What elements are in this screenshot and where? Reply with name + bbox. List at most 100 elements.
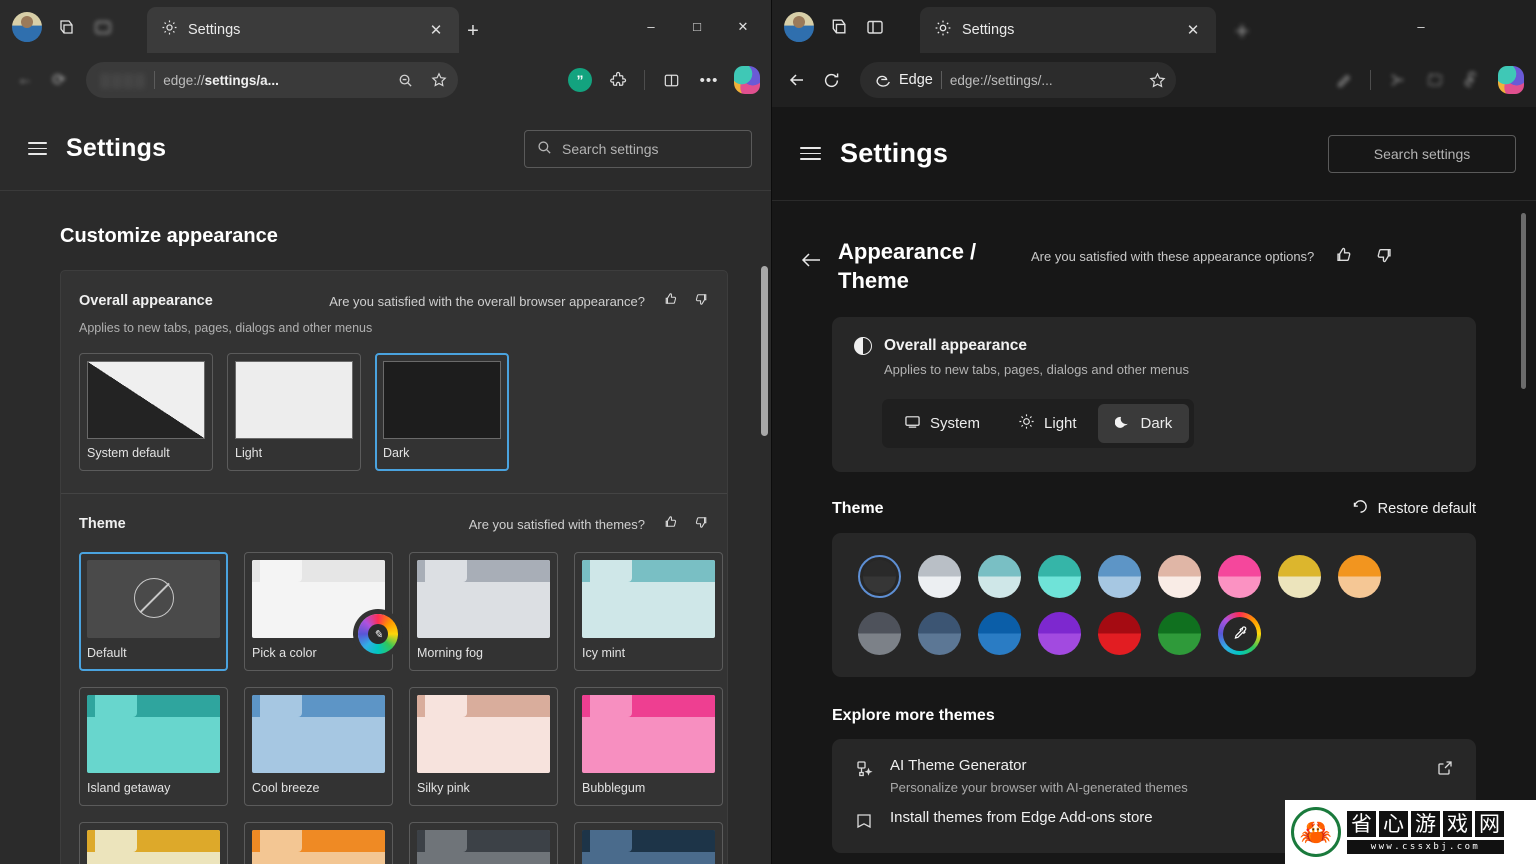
theme-preview — [252, 830, 385, 864]
thumbs-down-icon[interactable] — [693, 291, 709, 311]
new-tab-button[interactable] — [1227, 16, 1257, 46]
toolbar-icon-2[interactable] — [1380, 63, 1414, 97]
theme-swatch-gray[interactable] — [858, 612, 901, 655]
thumbs-down-icon[interactable] — [1374, 245, 1394, 270]
left-scroll-area[interactable]: Customize appearance Overall appearance … — [0, 190, 772, 864]
thumbs-up-icon[interactable] — [663, 514, 679, 534]
theme-card[interactable]: Cool breeze — [244, 687, 393, 806]
segment-system[interactable]: System — [887, 404, 997, 443]
close-button[interactable]: ✕ — [720, 7, 766, 47]
sun-icon — [1018, 413, 1035, 434]
contrast-icon — [854, 337, 872, 355]
back-button[interactable] — [780, 63, 814, 97]
theme-swatch-green[interactable] — [1158, 612, 1201, 655]
menu-icon[interactable] — [20, 134, 55, 163]
thumbs-up-icon[interactable] — [1334, 245, 1354, 270]
avatar[interactable] — [782, 10, 816, 44]
puzzle-icon[interactable] — [601, 63, 635, 97]
explore-item-text: AI Theme Generator Personalize your brow… — [890, 757, 1188, 795]
option-dark[interactable]: Dark — [375, 353, 509, 471]
option-label: Dark — [383, 446, 501, 460]
left-window-controls: – □ ✕ — [628, 0, 766, 53]
star-icon[interactable] — [426, 67, 452, 93]
eyedropper-icon[interactable] — [1218, 612, 1261, 655]
theme-swatch-default-selected[interactable] — [858, 555, 901, 598]
theme-card[interactable]: Silky pink — [409, 687, 558, 806]
theme-card[interactable]: Bubblegum — [574, 687, 723, 806]
option-light[interactable]: Light — [227, 353, 361, 471]
theme-card[interactable]: ✎Pick a color — [244, 552, 393, 671]
watermark-chinese-name: 省心游戏网 — [1347, 811, 1504, 837]
workspaces-icon[interactable] — [48, 10, 82, 44]
refresh-button[interactable]: ⟳ — [42, 63, 76, 97]
toolbar-icon-4[interactable] — [1456, 63, 1490, 97]
copilot-icon[interactable] — [730, 63, 764, 97]
left-scrollbar-thumb[interactable] — [761, 266, 768, 436]
quote-icon[interactable]: ” — [563, 63, 597, 97]
split-screen-icon[interactable] — [654, 63, 688, 97]
right-scroll-area[interactable]: Appearance / Theme Are you satisfied wit… — [772, 200, 1536, 864]
theme-card[interactable] — [409, 822, 558, 864]
tab-settings[interactable]: Settings ✕ — [920, 7, 1216, 53]
theme-swatch-purple[interactable] — [1038, 612, 1081, 655]
undo-icon — [1352, 498, 1369, 519]
right-scrollbar-thumb[interactable] — [1521, 213, 1526, 389]
color-picker-icon[interactable]: ✎ — [358, 614, 398, 654]
theme-swatch-deep-blue[interactable] — [978, 612, 1021, 655]
avatar[interactable] — [10, 10, 44, 44]
tab-settings[interactable]: Settings ✕ — [147, 7, 459, 53]
tab-title: Settings — [962, 22, 1170, 38]
restore-default-button[interactable]: Restore default — [1352, 498, 1476, 519]
theme-swatch-red[interactable] — [1098, 612, 1141, 655]
option-system-default[interactable]: System default — [79, 353, 213, 471]
tab-close-button[interactable]: ✕ — [423, 17, 449, 43]
theme-card[interactable]: Default — [79, 552, 228, 671]
toolbar-icon-3[interactable] — [1418, 63, 1452, 97]
zoom-out-icon[interactable] — [392, 67, 418, 93]
new-tab-button[interactable]: + — [458, 16, 488, 46]
watermark-char: 网 — [1475, 811, 1504, 837]
theme-card[interactable]: Icy mint — [574, 552, 723, 671]
thumbs-up-icon[interactable] — [663, 291, 679, 311]
theme-swatch-blush[interactable] — [1158, 555, 1201, 598]
address-bar[interactable]: ░░░░ edge://settings/a... — [86, 62, 458, 98]
theme-swatch-teal[interactable] — [1038, 555, 1081, 598]
thumbs-down-icon[interactable] — [693, 514, 709, 534]
back-button[interactable]: ← — [8, 63, 42, 97]
external-link-icon[interactable] — [1436, 759, 1454, 782]
segment-light[interactable]: Light — [1001, 404, 1094, 443]
theme-swatch-gold[interactable] — [1278, 555, 1321, 598]
tab-actions-icon[interactable] — [86, 10, 120, 44]
workspaces-icon[interactable] — [820, 10, 854, 44]
search-input[interactable]: Search settings — [1328, 135, 1516, 173]
swatch-fill — [1218, 555, 1261, 598]
theme-swatch-slate[interactable] — [918, 612, 961, 655]
theme-card-label: Default — [87, 646, 220, 660]
theme-swatch-icy-mint[interactable] — [978, 555, 1021, 598]
theme-swatch-blue[interactable] — [1098, 555, 1141, 598]
tab-close-button[interactable]: ✕ — [1180, 17, 1206, 43]
theme-swatch-pink[interactable] — [1218, 555, 1261, 598]
search-input[interactable]: Search settings — [524, 130, 752, 168]
maximize-button[interactable]: □ — [674, 7, 720, 47]
menu-icon[interactable] — [792, 139, 829, 168]
theme-card[interactable] — [574, 822, 723, 864]
minimize-button[interactable]: – — [628, 7, 674, 47]
gear-icon — [934, 19, 952, 42]
theme-card[interactable] — [244, 822, 393, 864]
theme-swatch-silver[interactable] — [918, 555, 961, 598]
more-options-icon[interactable]: ••• — [692, 63, 726, 97]
refresh-button[interactable] — [814, 63, 848, 97]
minimize-button[interactable]: – — [1398, 7, 1444, 47]
theme-card[interactable] — [79, 822, 228, 864]
tab-pane-icon[interactable] — [858, 10, 892, 44]
theme-card[interactable]: Island getaway — [79, 687, 228, 806]
theme-swatch-orange[interactable] — [1338, 555, 1381, 598]
theme-card[interactable]: Morning fog — [409, 552, 558, 671]
segment-dark[interactable]: Dark — [1098, 404, 1190, 443]
toolbar-icon-1[interactable] — [1327, 63, 1361, 97]
address-bar[interactable]: Edge edge://settings/... — [860, 62, 1176, 98]
star-icon[interactable] — [1144, 67, 1170, 93]
back-arrow-button[interactable] — [796, 245, 826, 275]
copilot-icon[interactable] — [1494, 63, 1528, 97]
